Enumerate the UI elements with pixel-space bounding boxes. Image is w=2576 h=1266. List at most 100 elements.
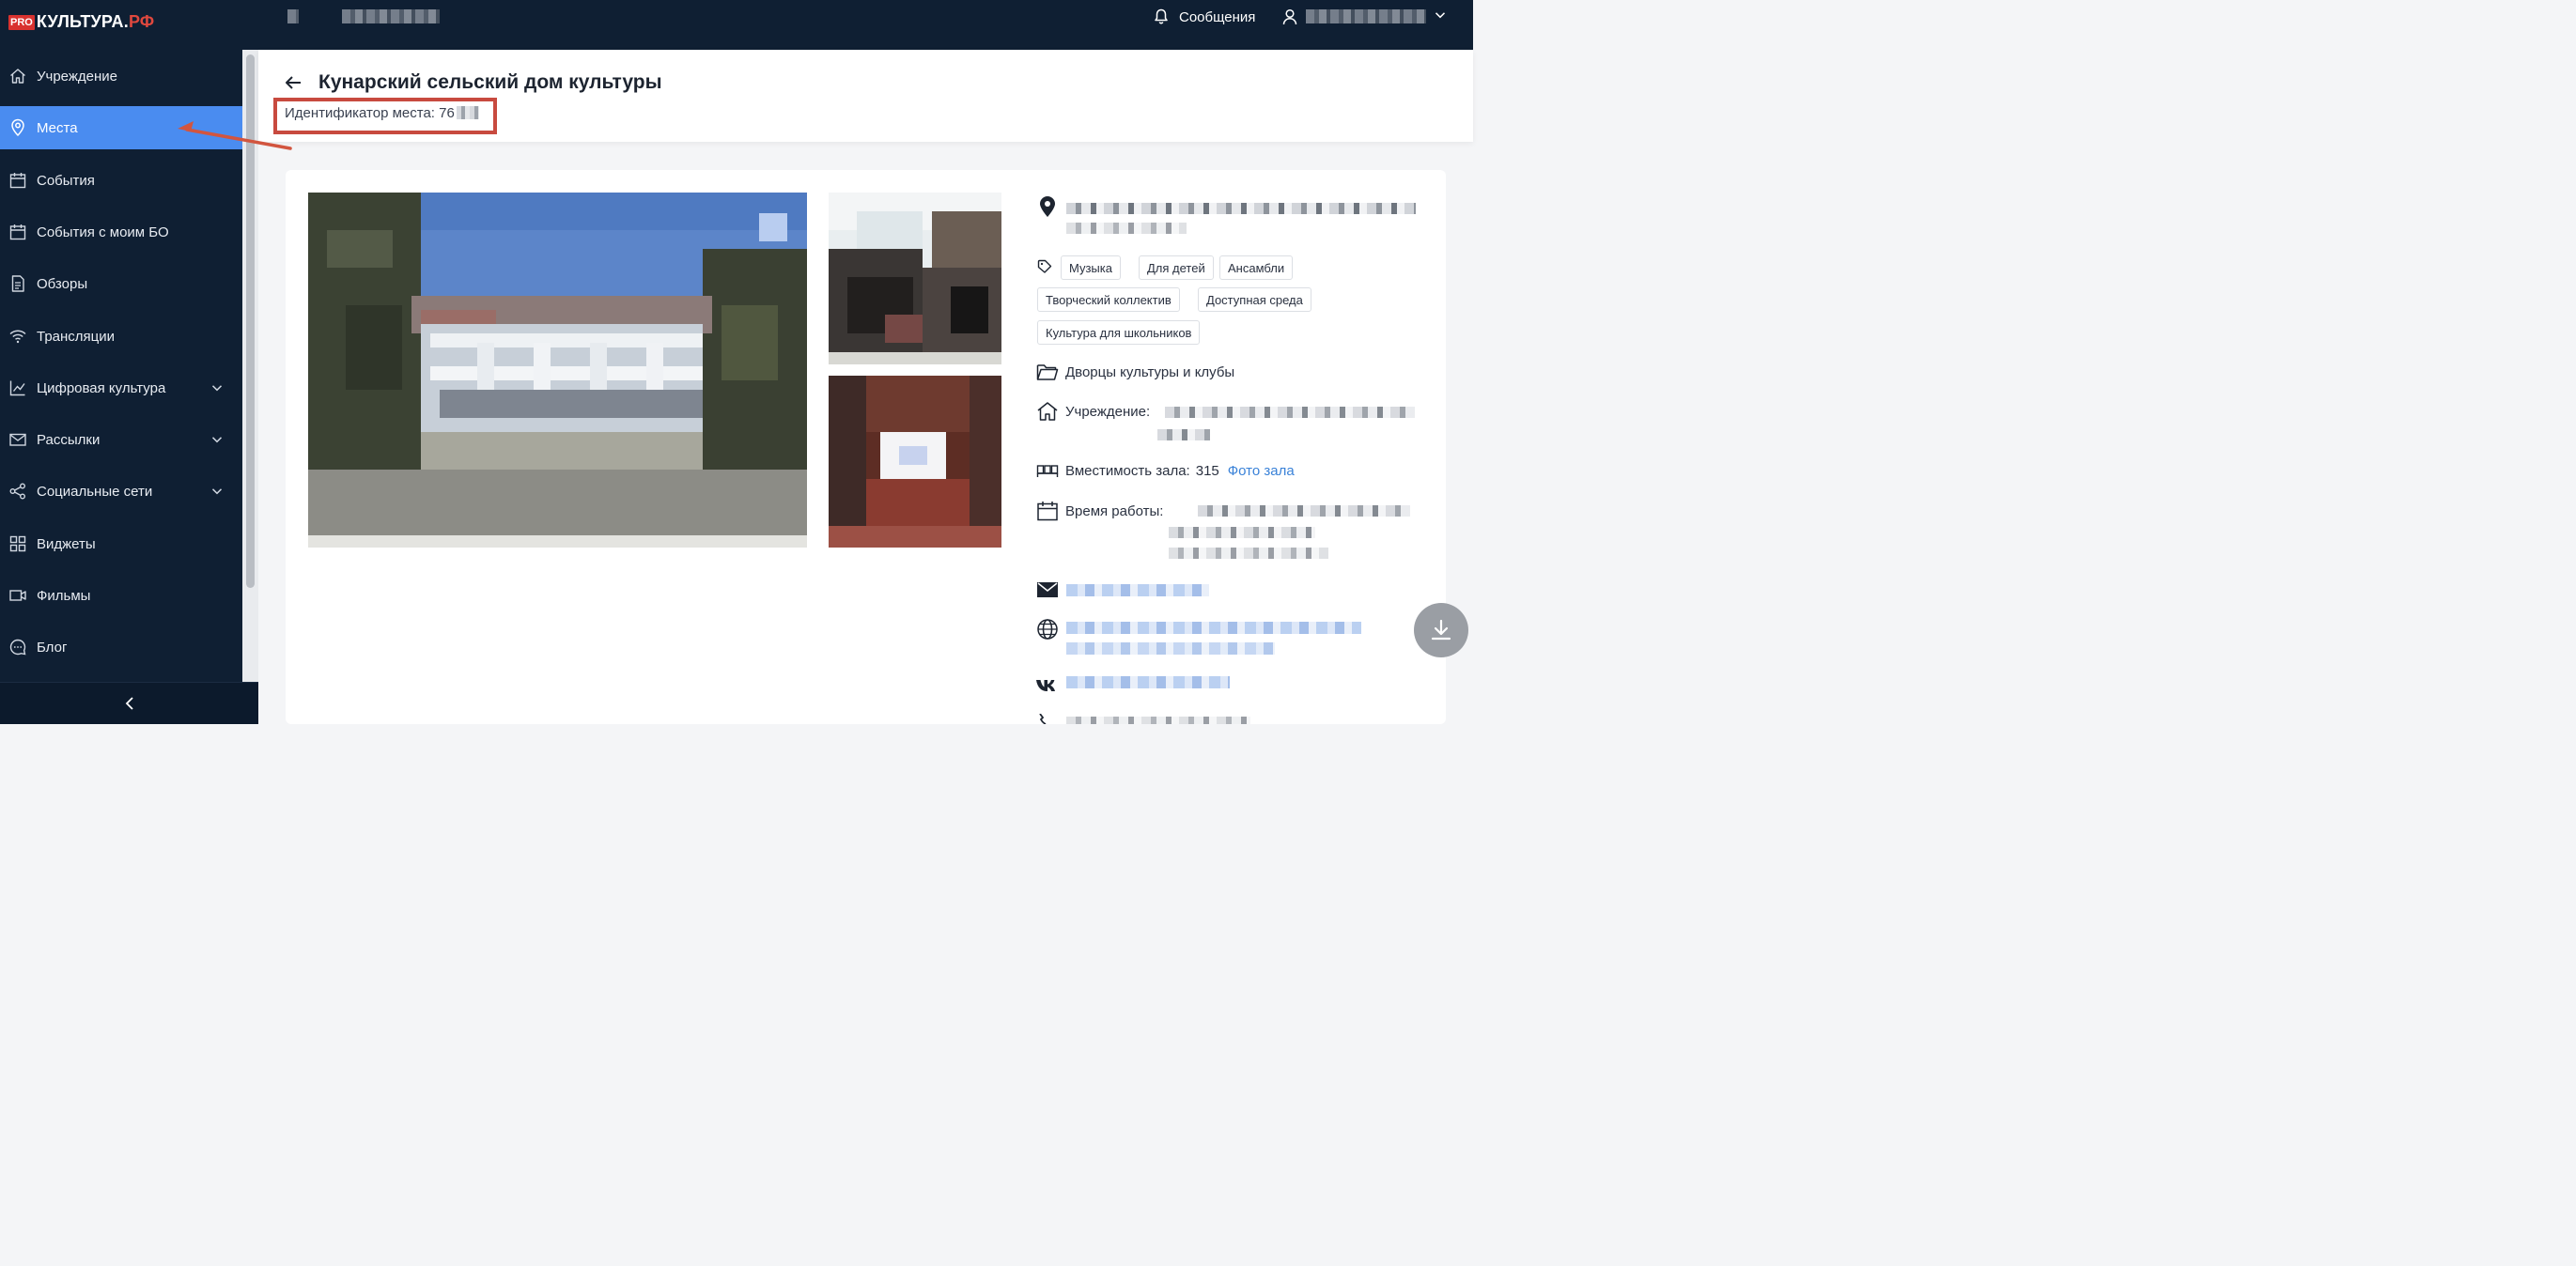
sidebar-item-label: События с моим БО bbox=[37, 224, 169, 240]
sidebar-item-institution[interactable]: Учреждение bbox=[0, 54, 242, 98]
home-icon bbox=[8, 67, 27, 85]
tag-chip[interactable]: Для детей bbox=[1139, 255, 1214, 280]
hall-photo-link[interactable]: Фото зала bbox=[1228, 463, 1295, 479]
category-value: Дворцы культуры и клубы bbox=[1065, 363, 1235, 380]
folder-icon bbox=[1036, 364, 1059, 380]
blurred-org-name bbox=[287, 9, 299, 23]
bell-icon bbox=[1155, 8, 1168, 24]
tag-chip[interactable]: Музыка bbox=[1061, 255, 1121, 280]
chevron-down-icon[interactable] bbox=[1435, 9, 1446, 21]
hours-row: Время работы: bbox=[1036, 501, 1163, 521]
mail-icon bbox=[8, 430, 27, 449]
sidebar-item-label: Фильмы bbox=[37, 587, 91, 604]
place-photo-thumbnail[interactable] bbox=[829, 376, 1001, 548]
sidebar-item-films[interactable]: Фильмы bbox=[0, 574, 242, 617]
location-pin-icon bbox=[1040, 196, 1055, 217]
calendar-icon bbox=[8, 223, 27, 241]
top-bar: PRO КУЛЬТУРА. РФ Сообщения bbox=[0, 0, 1473, 50]
institution-row: Учреждение: bbox=[1036, 401, 1150, 422]
home-icon bbox=[1037, 402, 1058, 421]
chart-line-icon bbox=[8, 378, 27, 397]
sidebar-item-label: Места bbox=[37, 119, 78, 136]
download-button[interactable] bbox=[1414, 603, 1468, 657]
sidebar-item-label: Социальные сети bbox=[37, 483, 153, 500]
tag-chip[interactable]: Творческий коллектив bbox=[1037, 287, 1180, 312]
sidebar-item-label: Рассылки bbox=[37, 431, 101, 448]
place-photo-thumbnail[interactable] bbox=[829, 193, 1001, 364]
hours-label: Время работы: bbox=[1065, 502, 1164, 519]
sidebar-item-label: Трансляции bbox=[37, 328, 116, 345]
sidebar-item-social-networks[interactable]: Социальные сети bbox=[0, 470, 242, 513]
globe-icon bbox=[1037, 619, 1058, 640]
institution-label: Учреждение: bbox=[1065, 403, 1151, 420]
mail-icon bbox=[1037, 582, 1058, 597]
tag-chip[interactable]: Культура для школьников bbox=[1037, 320, 1201, 345]
chevron-left-icon bbox=[125, 697, 133, 710]
annotation-arrow bbox=[178, 121, 292, 150]
blurred-hours bbox=[1169, 527, 1315, 538]
sidebar-item-broadcasts[interactable]: Трансляции bbox=[0, 315, 242, 358]
blurred-website-link[interactable] bbox=[1066, 642, 1275, 655]
back-arrow-icon[interactable] bbox=[284, 73, 303, 92]
wifi-icon bbox=[8, 327, 27, 346]
calendar-icon bbox=[1037, 502, 1058, 521]
sidebar-item-reviews[interactable]: Обзоры bbox=[0, 262, 242, 305]
tag-chip[interactable]: Ансамбли bbox=[1219, 255, 1294, 280]
location-pin-icon bbox=[8, 118, 27, 137]
chevron-down-icon bbox=[211, 488, 223, 495]
grid-icon bbox=[8, 534, 27, 553]
blurred-institution-name bbox=[1165, 407, 1415, 418]
chevron-down-icon bbox=[211, 385, 223, 392]
user-menu[interactable] bbox=[1282, 8, 1297, 26]
user-icon bbox=[1282, 8, 1297, 25]
tag-chip[interactable]: Доступная среда bbox=[1198, 287, 1311, 312]
blurred-vk-link[interactable] bbox=[1066, 676, 1230, 688]
chevron-down-icon bbox=[211, 437, 223, 443]
vk-icon bbox=[1036, 680, 1055, 691]
blurred-address bbox=[1066, 203, 1416, 214]
tag-icon bbox=[1037, 259, 1052, 273]
blurred-institution-name bbox=[1157, 429, 1210, 440]
sidebar-item-blog[interactable]: Блог bbox=[0, 625, 242, 669]
video-camera-icon bbox=[8, 586, 27, 605]
sidebar-item-mailings[interactable]: Рассылки bbox=[0, 418, 242, 461]
page-title: Кунарский сельский дом культуры bbox=[318, 71, 662, 93]
sidebar-item-label: Цифровая культура bbox=[37, 379, 166, 396]
sidebar-item-events-my-bo[interactable]: События с моим БО bbox=[0, 210, 242, 254]
capacity-row: Вместимость зала: 315 Фото зала bbox=[1036, 462, 1295, 479]
messages-label: Сообщения bbox=[1179, 8, 1256, 25]
seats-icon bbox=[1036, 465, 1059, 477]
sidebar-item-label: Виджеты bbox=[37, 535, 96, 552]
blurred-email-link[interactable] bbox=[1066, 584, 1209, 596]
logo-rf-text: РФ bbox=[128, 12, 155, 31]
blurred-address bbox=[1066, 223, 1187, 234]
logo-pro-badge: PRO bbox=[8, 14, 35, 30]
sidebar-item-label: Блог bbox=[37, 639, 68, 656]
blurred-user-name bbox=[1306, 9, 1426, 23]
logo-text: КУЛЬТУРА. bbox=[36, 12, 129, 31]
category-row: Дворцы культуры и клубы bbox=[1036, 363, 1234, 381]
sidebar-item-label: Обзоры bbox=[37, 275, 88, 292]
logo[interactable]: PRO КУЛЬТУРА. РФ bbox=[8, 12, 154, 32]
sidebar-item-widgets[interactable]: Виджеты bbox=[0, 522, 242, 565]
capacity-label: Вместимость зала: bbox=[1065, 462, 1190, 479]
sidebar-item-label: События bbox=[37, 172, 95, 189]
blurred-website-link[interactable] bbox=[1066, 622, 1361, 634]
blurred-hours bbox=[1198, 505, 1410, 517]
sidebar-item-digital-culture[interactable]: Цифровая культура bbox=[0, 366, 242, 409]
chat-bubble-icon bbox=[8, 638, 27, 656]
blurred-phone bbox=[1066, 717, 1250, 724]
sidebar-item-label: Учреждение bbox=[37, 68, 117, 85]
sidebar-collapse-button[interactable] bbox=[0, 682, 258, 724]
capacity-value: 315 bbox=[1195, 462, 1219, 479]
share-icon bbox=[8, 482, 27, 501]
messages-link[interactable]: Сообщения bbox=[1154, 8, 1255, 26]
download-icon bbox=[1431, 619, 1451, 641]
blurred-hours bbox=[1169, 548, 1328, 559]
document-icon bbox=[8, 274, 27, 293]
phone-icon bbox=[1039, 714, 1047, 724]
blurred-org-name bbox=[342, 9, 440, 23]
annotation-highlight-box bbox=[273, 98, 497, 134]
sidebar-item-events[interactable]: События bbox=[0, 159, 242, 202]
place-main-photo[interactable] bbox=[308, 193, 807, 548]
